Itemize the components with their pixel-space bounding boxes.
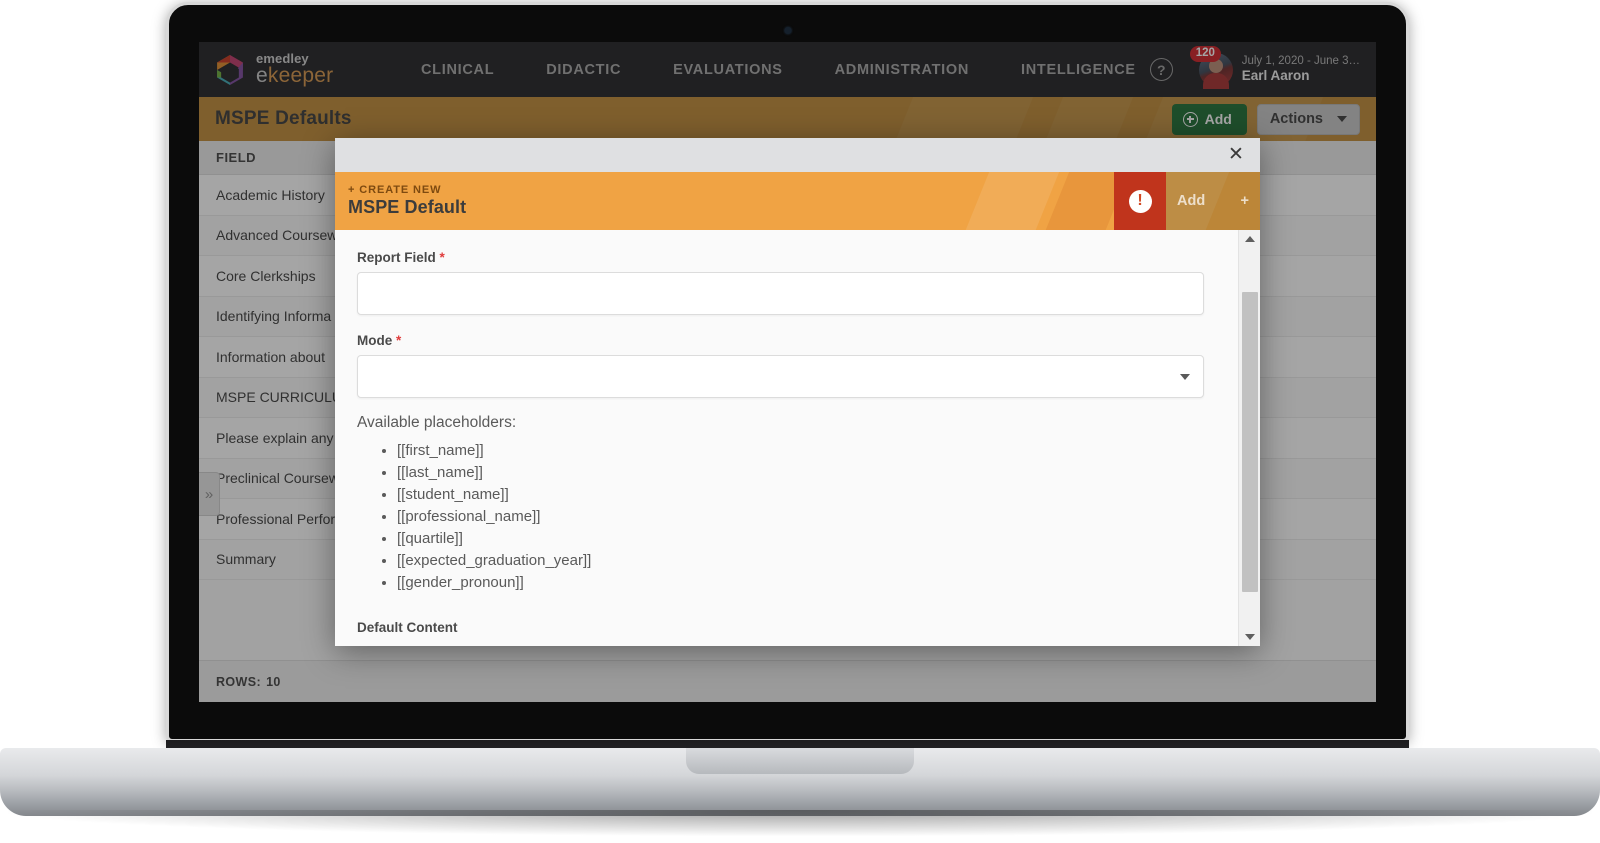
notification-badge[interactable]: 120: [1189, 45, 1221, 62]
actions-button-label: Actions: [1269, 111, 1323, 127]
add-button-label: Add: [1204, 111, 1232, 127]
brand-line-2: ekeeper: [256, 65, 333, 86]
laptop-base-notch: [686, 748, 914, 774]
available-placeholders-title: Available placeholders:: [357, 414, 517, 431]
laptop-base: [0, 748, 1600, 816]
modal-add-label: Add: [1177, 193, 1206, 209]
page-header-actions: Add Actions: [1171, 103, 1376, 135]
header-stripe-1: [876, 97, 1042, 141]
modal-title: MSPE Default: [348, 197, 467, 217]
cell-field: Information about: [216, 348, 325, 365]
modal-scrollbar[interactable]: [1238, 230, 1260, 646]
avatar-wrap: 120: [1189, 45, 1233, 89]
report-field-label: Report Field *: [357, 250, 1212, 265]
brand-logo-area[interactable]: emedley ekeeper: [199, 52, 404, 88]
question-mark-circle-icon[interactable]: ?: [1149, 58, 1173, 81]
mode-required-marker: *: [396, 333, 402, 348]
top-navigation-bar: emedley ekeeper CLINICAL DIDACTIC EVALUA…: [199, 42, 1376, 97]
scroll-down-arrow-icon[interactable]: [1239, 628, 1260, 646]
user-menu[interactable]: 120 July 1, 2020 - June 3… Earl Aaron: [1189, 45, 1360, 89]
placeholder-item: [[expected_graduation_year]]: [397, 550, 1212, 572]
close-icon[interactable]: ✕: [1225, 144, 1247, 166]
page-title: MSPE Defaults: [215, 108, 352, 129]
nav-item-didactic[interactable]: DIDACTIC: [546, 62, 621, 78]
report-field-input[interactable]: [357, 272, 1204, 315]
brand-keeper: keeper: [267, 64, 334, 88]
modal-title-block: + CREATE NEW MSPE Default: [335, 184, 466, 218]
mode-label-text: Mode: [357, 333, 393, 348]
academic-year-range: July 1, 2020 - June 3…: [1241, 54, 1360, 67]
user-text: July 1, 2020 - June 3… Earl Aaron: [1242, 54, 1360, 85]
cell-field: Professional Perforn: [216, 510, 343, 527]
laptop-mockup: emedley ekeeper CLINICAL DIDACTIC EVALUA…: [0, 0, 1600, 843]
scrollbar-thumb[interactable]: [1242, 292, 1258, 592]
modal-eyebrow: + CREATE NEW: [348, 184, 442, 196]
nav-menu: CLINICAL DIDACTIC EVALUATIONS ADMINISTRA…: [421, 62, 1136, 78]
modal-header-actions: ! Add +: [1114, 172, 1260, 230]
mode-select-wrap: [357, 355, 1204, 398]
nav-item-clinical[interactable]: CLINICAL: [421, 62, 494, 78]
scroll-up-arrow-icon[interactable]: [1239, 230, 1260, 248]
brand-e: e: [256, 64, 268, 88]
laptop-base-shadow: [8, 810, 1592, 836]
header-stripe-2: [1026, 97, 1142, 141]
nav-item-evaluations[interactable]: EVALUATIONS: [673, 62, 782, 78]
cell-field: Core Clerkships: [216, 267, 316, 284]
modal-form: Report Field * Mode * Available placehol…: [335, 230, 1238, 646]
column-header-field[interactable]: FIELD: [199, 150, 256, 165]
brand-line-1: emedley: [256, 51, 309, 67]
rows-label: ROWS:: [216, 674, 262, 689]
cell-field: Please explain any: [216, 429, 334, 446]
modal-header: + CREATE NEW MSPE Default ! Add +: [335, 172, 1260, 230]
modal-add-button[interactable]: Add +: [1166, 172, 1260, 230]
cell-field: Summary: [216, 551, 276, 568]
user-name: Earl Aaron: [1241, 68, 1310, 84]
modal-add-plus-icon: +: [1240, 193, 1249, 209]
placeholder-item: [[gender_pronoun]]: [397, 572, 1212, 594]
sidebar-expand-handle[interactable]: »: [199, 472, 220, 516]
chevron-down-icon: [1337, 116, 1347, 122]
validation-warning-button[interactable]: !: [1114, 172, 1166, 230]
placeholder-item: [[quartile]]: [397, 528, 1212, 550]
table-footer: ROWS: 10: [199, 660, 1376, 702]
app-screen: emedley ekeeper CLINICAL DIDACTIC EVALUA…: [199, 42, 1376, 702]
report-field-label-text: Report Field: [357, 250, 436, 265]
brand-text: emedley ekeeper: [256, 52, 333, 87]
cell-field: Advanced Coursew: [216, 227, 338, 244]
placeholder-item: [[last_name]]: [397, 462, 1212, 484]
nav-right-area: ? 120 July 1, 2020 - June 3… Earl Aaron: [1149, 45, 1376, 89]
webcam-icon: [784, 27, 791, 34]
cell-field: Academic History: [216, 186, 325, 203]
placeholder-item: [[professional_name]]: [397, 506, 1212, 528]
avatar-body: [1202, 72, 1229, 89]
placeholder-item: [[student_name]]: [397, 484, 1212, 506]
exclamation-circle-icon: !: [1128, 189, 1152, 213]
hexagon-logo-icon: [217, 54, 243, 85]
page-header-bar: MSPE Defaults Add Actions: [199, 97, 1376, 141]
nav-item-administration[interactable]: ADMINISTRATION: [835, 62, 969, 78]
nav-item-intelligence[interactable]: INTELLIGENCE: [1021, 62, 1136, 78]
plus-circle-icon: [1182, 111, 1198, 127]
placeholder-item: [[first_name]]: [397, 440, 1212, 462]
rows-count: 10: [266, 674, 281, 689]
add-button[interactable]: Add: [1171, 103, 1247, 135]
create-mspe-default-modal: ✕ + CREATE NEW MSPE Default ! Add + Repo…: [335, 138, 1260, 646]
mode-label: Mode *: [357, 333, 1212, 348]
mode-select[interactable]: [357, 355, 1204, 398]
cell-field: MSPE CURRICULUM: [216, 389, 354, 406]
actions-dropdown-button[interactable]: Actions: [1256, 103, 1360, 135]
modal-body: Report Field * Mode * Available placehol…: [335, 230, 1260, 646]
cell-field: Identifying Informa: [216, 308, 332, 325]
available-placeholders-list: [[first_name]][[last_name]][[student_nam…: [357, 440, 1212, 594]
modal-topbar: ✕: [335, 138, 1260, 172]
report-field-required-marker: *: [439, 250, 445, 265]
default-content-label: Default Content: [357, 620, 458, 635]
